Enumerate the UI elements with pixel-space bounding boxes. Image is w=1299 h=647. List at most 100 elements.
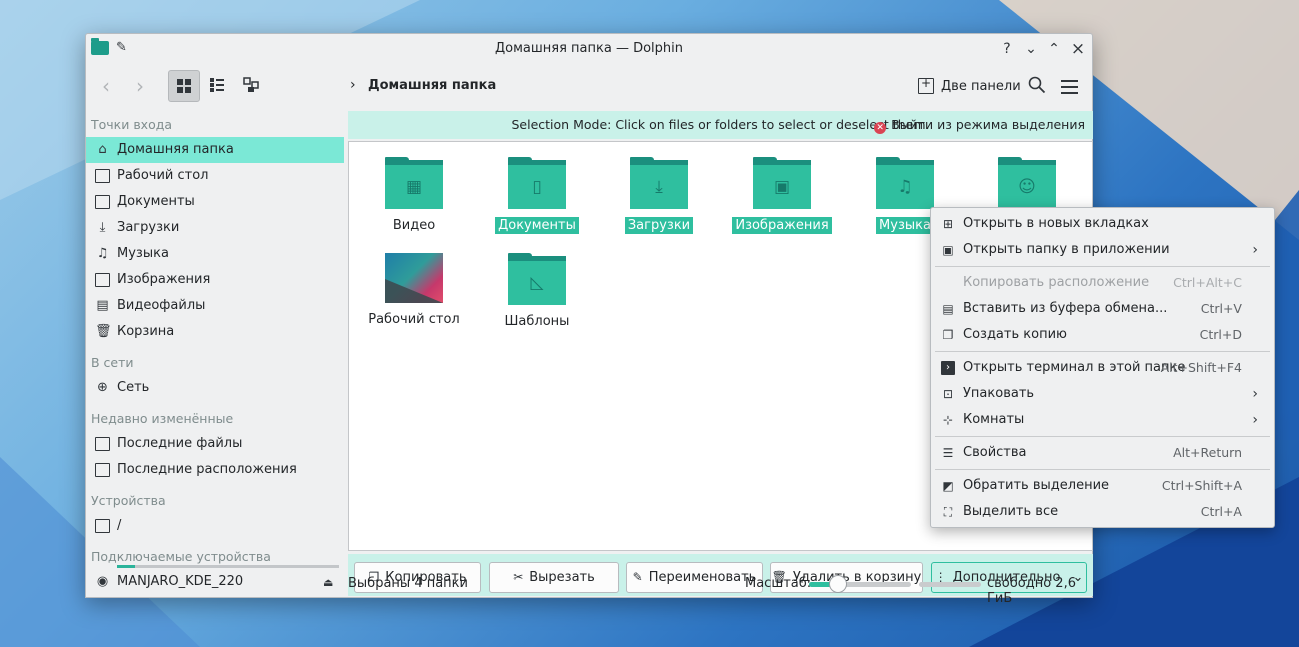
- menu-item-open-new-tabs[interactable]: ⊞ Открыть в новых вкладках: [931, 211, 1274, 237]
- folder-item[interactable]: ▦ Видео: [356, 157, 472, 234]
- icons-view-icon: [177, 79, 191, 93]
- free-space-bar: [919, 582, 981, 587]
- menu-item-shortcut: Ctrl+A: [1200, 504, 1242, 519]
- menu-item-invert-selection[interactable]: ◩ Обратить выделение Ctrl+Shift+A: [931, 473, 1274, 499]
- menu-item-duplicate[interactable]: ❐ Создать копию Ctrl+D: [931, 322, 1274, 348]
- folder-item[interactable]: ◺ Шаблоны: [479, 253, 595, 330]
- sidebar-item-recent-locations[interactable]: Последние расположения: [86, 457, 344, 483]
- folder-label: Рабочий стол: [368, 312, 460, 327]
- sidebar-item-label: Сеть: [117, 380, 150, 395]
- sidebar-item-videos[interactable]: ▤ Видеофайлы: [86, 293, 344, 319]
- split-view-icon[interactable]: [918, 76, 934, 94]
- sidebar-item-network[interactable]: ⊕ Сеть: [86, 375, 344, 401]
- folder-icon: ⤓: [630, 157, 688, 209]
- close-button[interactable]: ×: [1068, 39, 1088, 59]
- sidebar-item-label: Домашняя папка: [117, 142, 234, 157]
- titlebar[interactable]: ✎ Домашняя папка — Dolphin ? ⌄ ⌃ ×: [86, 34, 1092, 64]
- eject-icon[interactable]: ⏏: [323, 576, 333, 589]
- music-icon: ♫: [96, 246, 109, 261]
- open-with-icon: ▣: [942, 243, 954, 257]
- sidebar-item-home[interactable]: ⌂ Домашняя папка: [86, 137, 344, 163]
- network-icon: ⊕: [97, 380, 108, 395]
- details-view-button[interactable]: [202, 70, 234, 102]
- folder-item[interactable]: ▣ Изображения: [724, 157, 840, 234]
- zoom-slider-handle[interactable]: [828, 575, 847, 593]
- menu-item-open-terminal[interactable]: › Открыть терминал в этой папке Alt+Shift+…: [931, 355, 1274, 381]
- sidebar-item-desktop[interactable]: Рабочий стол: [86, 163, 344, 189]
- sidebar-item-label: Корзина: [117, 324, 175, 339]
- menu-separator: [935, 469, 1270, 470]
- sidebar-item-recent-files[interactable]: Последние файлы: [86, 431, 344, 457]
- select-all-icon: ⛶: [943, 505, 953, 519]
- section-places: Точки входа: [91, 117, 173, 132]
- menu-item-label: Создать копию: [963, 327, 1067, 342]
- menu-item-shortcut: Alt+Return: [1173, 445, 1242, 460]
- split-view-button[interactable]: Две панели: [941, 79, 1021, 94]
- sidebar-item-downloads[interactable]: ⤓ Загрузки: [86, 215, 344, 241]
- forward-button[interactable]: ›: [136, 74, 144, 98]
- breadcrumb[interactable]: Домашняя папка: [368, 78, 496, 93]
- exit-selection-mode-button[interactable]: ✕ Выйти из режима выделения: [874, 111, 1085, 139]
- sidebar-item-documents[interactable]: Документы: [86, 189, 344, 215]
- menu-item-label: Вставить из буфера обмена...: [963, 301, 1168, 316]
- sidebar-item-label: Изображения: [117, 272, 211, 287]
- menu-item-label: Обратить выделение: [963, 478, 1110, 493]
- menu-item-label: Упаковать: [963, 386, 1035, 401]
- folder-icon: ♫: [876, 157, 934, 209]
- menu-item-paste[interactable]: ▤ Вставить из буфера обмена... Ctrl+V: [931, 296, 1274, 322]
- search-icon[interactable]: [1028, 76, 1046, 94]
- folder-label: Видео: [392, 218, 436, 233]
- menu-item-copy-location[interactable]: Копировать расположение Ctrl+Alt+C: [931, 270, 1274, 296]
- submenu-arrow-icon: ›: [1252, 242, 1258, 258]
- maximize-button[interactable]: ⌃: [1044, 39, 1064, 59]
- back-button[interactable]: ‹: [102, 74, 110, 98]
- sidebar-item-root-drive[interactable]: /: [86, 513, 344, 539]
- menu-item-properties[interactable]: ☰ Свойства Alt+Return: [931, 440, 1274, 466]
- zoom-label: Масштаб:: [745, 576, 812, 591]
- activities-icon: ⊹: [942, 413, 954, 427]
- menu-item-label: Свойства: [963, 445, 1027, 460]
- folder-icon: ▦: [385, 157, 443, 209]
- folder-item[interactable]: ⤓ Загрузки: [601, 157, 717, 234]
- breadcrumb-arrow-icon[interactable]: ›: [350, 77, 356, 93]
- new-tab-icon: ⊞: [942, 217, 954, 231]
- folder-icon: ▣: [753, 157, 811, 209]
- folder-icon: ☺: [998, 157, 1056, 209]
- folder-label: Изображения: [732, 217, 832, 234]
- selection-mode-banner: Selection Mode: Click on files or folder…: [348, 111, 1093, 139]
- help-button[interactable]: ?: [997, 39, 1017, 59]
- image-icon: ▣: [773, 177, 791, 197]
- menu-item-label: Открыть в новых вкладках: [963, 216, 1149, 231]
- archive-icon: ⊡: [942, 387, 954, 401]
- zoom-slider[interactable]: [809, 575, 911, 593]
- sidebar-item-label: Рабочий стол: [117, 168, 209, 183]
- menu-item-select-all[interactable]: ⛶ Выделить все Ctrl+A: [931, 499, 1274, 525]
- template-icon: ◺: [530, 273, 544, 293]
- tree-view-button[interactable]: [236, 70, 268, 102]
- menu-item-activities[interactable]: ⊹ Комнаты ›: [931, 407, 1274, 433]
- sidebar-item-label: Музыка: [117, 246, 169, 261]
- hamburger-menu-icon[interactable]: [1061, 80, 1078, 98]
- menu-item-shortcut: Alt+Shift+F4: [1160, 360, 1242, 375]
- sidebar-item-music[interactable]: ♫ Музыка: [86, 241, 344, 267]
- menu-item-shortcut: Ctrl+D: [1199, 327, 1242, 342]
- sidebar-item-label: Последние файлы: [117, 436, 243, 451]
- menu-item-open-with[interactable]: ▣ Открыть папку в приложении ›: [931, 237, 1274, 263]
- menu-item-shortcut: Ctrl+V: [1200, 301, 1242, 316]
- section-removable: Подключаемые устройства: [91, 549, 271, 564]
- folder-item[interactable]: Рабочий стол: [356, 253, 472, 328]
- menu-item-compress[interactable]: ⊡ Упаковать ›: [931, 381, 1274, 407]
- folder-label: Шаблоны: [504, 314, 570, 329]
- folder-item[interactable]: ▯ Документы: [479, 157, 595, 234]
- exit-selection-label: Выйти из режима выделения: [891, 117, 1085, 132]
- properties-icon: ☰: [942, 446, 954, 460]
- free-space-label: свободно 2,6 ГиБ: [987, 576, 1076, 606]
- sidebar-item-trash[interactable]: 🗑 Корзина: [86, 319, 344, 345]
- minimize-button[interactable]: ⌄: [1021, 39, 1041, 59]
- invert-selection-icon: ◩: [942, 479, 954, 493]
- duplicate-icon: ❐: [942, 328, 954, 342]
- icons-view-button[interactable]: [168, 70, 200, 102]
- details-view-icon: [210, 78, 224, 92]
- folder-label: Документы: [495, 217, 579, 234]
- sidebar-item-images[interactable]: Изображения: [86, 267, 344, 293]
